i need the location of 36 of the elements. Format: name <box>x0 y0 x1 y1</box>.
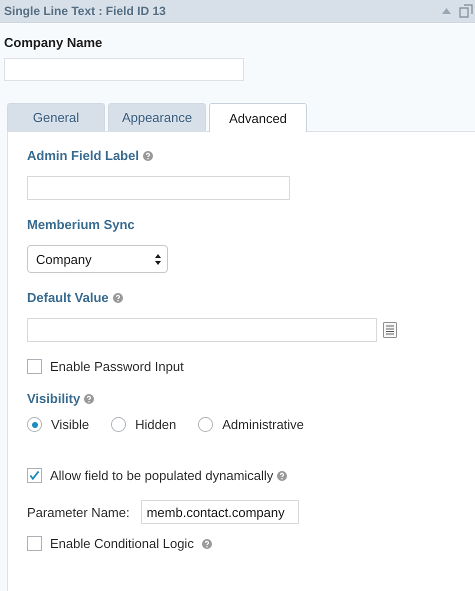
merge-tags-icon[interactable] <box>383 322 397 338</box>
setting-label: Visibility <box>27 391 80 406</box>
checkbox-label: Enable Password Input <box>50 359 184 374</box>
radio-button[interactable] <box>27 417 42 432</box>
checkbox[interactable] <box>27 359 42 374</box>
settings-tab[interactable]: General <box>7 103 105 131</box>
help-icon[interactable] <box>202 538 212 548</box>
collapse-icon[interactable] <box>442 8 451 14</box>
radio-label: Administrative <box>222 417 304 432</box>
checkbox[interactable] <box>27 536 42 551</box>
radio-button[interactable] <box>198 417 214 432</box>
field-title: Single Line Text : Field ID 13 <box>4 4 166 18</box>
radio-button[interactable] <box>111 417 126 432</box>
help-icon[interactable] <box>84 394 94 404</box>
setting-label: Admin Field Label <box>27 148 139 163</box>
checkbox-label: Allow field to be populated dynamically <box>50 468 274 483</box>
parameter-label: Parameter Name: <box>27 504 130 520</box>
help-icon[interactable] <box>112 292 123 302</box>
checkbox-label: Enable Conditional Logic <box>50 536 194 551</box>
settings-tab[interactable]: Advanced <box>209 103 307 132</box>
preview-input-field[interactable] <box>4 58 244 81</box>
radio-label: Visible <box>51 417 90 432</box>
setting-label: Default Value <box>27 290 109 305</box>
checkbox[interactable] <box>27 468 42 483</box>
help-icon[interactable] <box>277 470 288 480</box>
radio-label: Hidden <box>135 417 176 432</box>
setting-label: Memberium Sync <box>27 217 135 232</box>
settings-tab[interactable]: Appearance <box>108 103 206 131</box>
field-label: Company Name <box>4 35 104 50</box>
sync-select[interactable]: Company <box>27 245 168 273</box>
parameter-name-input-field[interactable]: memb.contact.company <box>140 500 299 524</box>
admin-label-input-field[interactable] <box>27 176 290 200</box>
default-value-input-field[interactable] <box>27 318 377 342</box>
help-icon[interactable] <box>142 150 153 160</box>
duplicate-icon[interactable] <box>459 4 473 18</box>
up-down-arrows-icon <box>155 254 161 264</box>
